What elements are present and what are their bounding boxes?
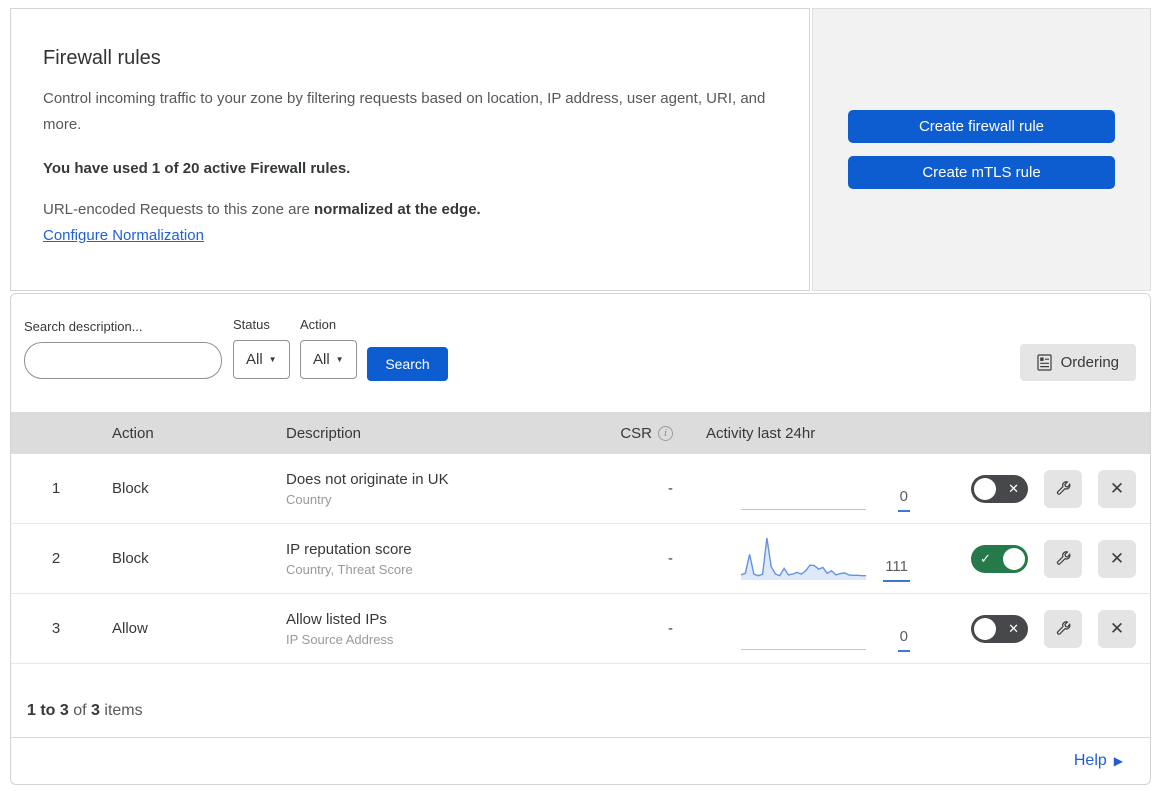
column-activity: Activity last 24hr [706,424,816,442]
configure-normalization-link[interactable]: Configure Normalization [43,227,204,244]
rule-controls: ✓ ✕ [931,539,1150,578]
intro-card: Firewall rules Control incoming traffic … [10,8,810,291]
edit-rule-button[interactable] [1044,469,1082,508]
table-row: 3 Allow Allow listed IPs IP Source Addre… [11,594,1150,664]
toggle-knob [974,477,996,500]
rule-action: Block [112,550,149,567]
rule-activity-cell: 111 [681,524,931,593]
enable-toggle[interactable]: ✕ [971,474,1028,503]
activity-count-link[interactable]: 0 [897,488,910,512]
rule-csr: - [668,550,673,567]
search-input[interactable] [46,345,227,376]
rule-csr: - [668,620,673,637]
status-value: All [246,351,263,368]
toggle-off-icon: ✕ [1008,620,1019,636]
enable-toggle[interactable]: ✓ [971,544,1028,573]
rule-description: Allow listed IPs [286,610,387,628]
help-link[interactable]: Help [1074,752,1107,770]
close-icon: ✕ [1109,478,1125,498]
normalization-bold: normalized at the edge. [314,201,481,218]
page-title: Firewall rules [43,47,161,69]
rule-csr: - [668,480,673,497]
toggle-knob [1003,547,1025,570]
enable-toggle[interactable]: ✕ [971,614,1028,643]
action-value: All [313,351,330,368]
activity-count-link[interactable]: 0 [897,628,910,652]
rule-action: Allow [112,620,148,637]
create-mtls-rule-button[interactable]: Create mTLS rule [848,156,1115,189]
rule-description: Does not originate in UK [286,470,449,488]
rule-number: 3 [51,620,61,637]
normalization-notice: URL-encoded Requests to this zone are no… [43,201,777,218]
usage-notice: You have used 1 of 20 active Firewall ru… [43,160,351,177]
rule-activity-cell: 0 [681,594,931,663]
search-button[interactable]: Search [367,347,448,381]
create-firewall-rule-button[interactable]: Create firewall rule [848,110,1115,143]
rule-fields: IP Source Address [286,631,394,647]
rule-description: IP reputation score [286,540,412,558]
wrench-icon [1056,551,1070,565]
action-label: Action [300,317,337,332]
rule-fields: Country, Threat Score [286,561,413,577]
column-description: Description [286,424,362,442]
rule-action: Block [112,480,149,497]
delete-rule-button[interactable]: ✕ [1098,469,1136,508]
summary-total: 3 [91,702,100,719]
chevron-down-icon: ▼ [335,355,344,364]
table-header: Action Description CSR i Activity last 2… [11,412,1150,454]
edit-rule-button[interactable] [1044,539,1082,578]
rule-fields: Country [286,491,332,507]
filter-bar: Search description... Status All ▼ Actio… [11,294,1150,412]
edit-rule-button[interactable] [1044,609,1082,648]
table-row: 2 Block IP reputation score Country, Thr… [11,524,1150,594]
rule-number: 1 [51,480,61,497]
search-group: Search description... [24,319,227,379]
rule-description-cell: Allow listed IPs IP Source Address [286,611,606,647]
summary-range: 1 to 3 [27,702,69,719]
activity-flatline [741,649,866,650]
column-csr: CSR i [606,425,681,442]
search-box [24,342,227,379]
toggle-off-icon: ✕ [1008,480,1019,496]
rule-description-cell: IP reputation score Country, Threat Scor… [286,541,606,577]
cta-panel: Create firewall rule Create mTLS rule [812,8,1151,291]
rule-activity-cell: 0 [681,454,931,523]
search-label: Search description... [24,319,143,334]
activity-flatline [741,509,866,510]
table-row: 1 Block Does not originate in UK Country… [11,454,1150,524]
delete-rule-button[interactable]: ✕ [1098,609,1136,648]
delete-rule-button[interactable]: ✕ [1098,539,1136,578]
column-action: Action [112,424,154,442]
rule-number: 2 [51,550,61,567]
rule-controls: ✕ ✕ [931,609,1150,648]
page-description: Control incoming traffic to your zone by… [43,90,766,133]
toggle-on-icon: ✓ [980,550,991,566]
rules-card: Search description... Status All ▼ Actio… [10,293,1151,785]
wrench-icon [1056,621,1070,635]
ordering-label: Ordering [1060,354,1119,371]
pagination-summary: 1 to 3 of 3 items [27,702,143,719]
toggle-knob [974,617,996,640]
activity-count-link[interactable]: 111 [883,558,910,582]
normalization-text: URL-encoded Requests to this zone are [43,201,314,218]
ordering-list-icon [1037,354,1052,371]
rule-controls: ✕ ✕ [931,469,1150,508]
ordering-button[interactable]: Ordering [1019,344,1136,381]
close-icon: ✕ [1109,548,1125,568]
info-icon[interactable]: i [658,425,673,441]
activity-sparkline [740,536,866,580]
close-icon: ✕ [1109,618,1125,638]
status-label: Status [233,317,270,332]
wrench-icon [1056,481,1070,495]
rule-description-cell: Does not originate in UK Country [286,471,606,507]
help-footer: Help ▶ [11,737,1150,783]
status-dropdown[interactable]: All ▼ [233,340,290,379]
status-filter-group: Status All ▼ [233,317,290,379]
action-dropdown[interactable]: All ▼ [300,340,357,379]
help-arrow-icon: ▶ [1113,753,1123,768]
header-section: Firewall rules Control incoming traffic … [10,8,1151,291]
action-filter-group: Action All ▼ [300,317,357,379]
chevron-down-icon: ▼ [268,355,277,364]
